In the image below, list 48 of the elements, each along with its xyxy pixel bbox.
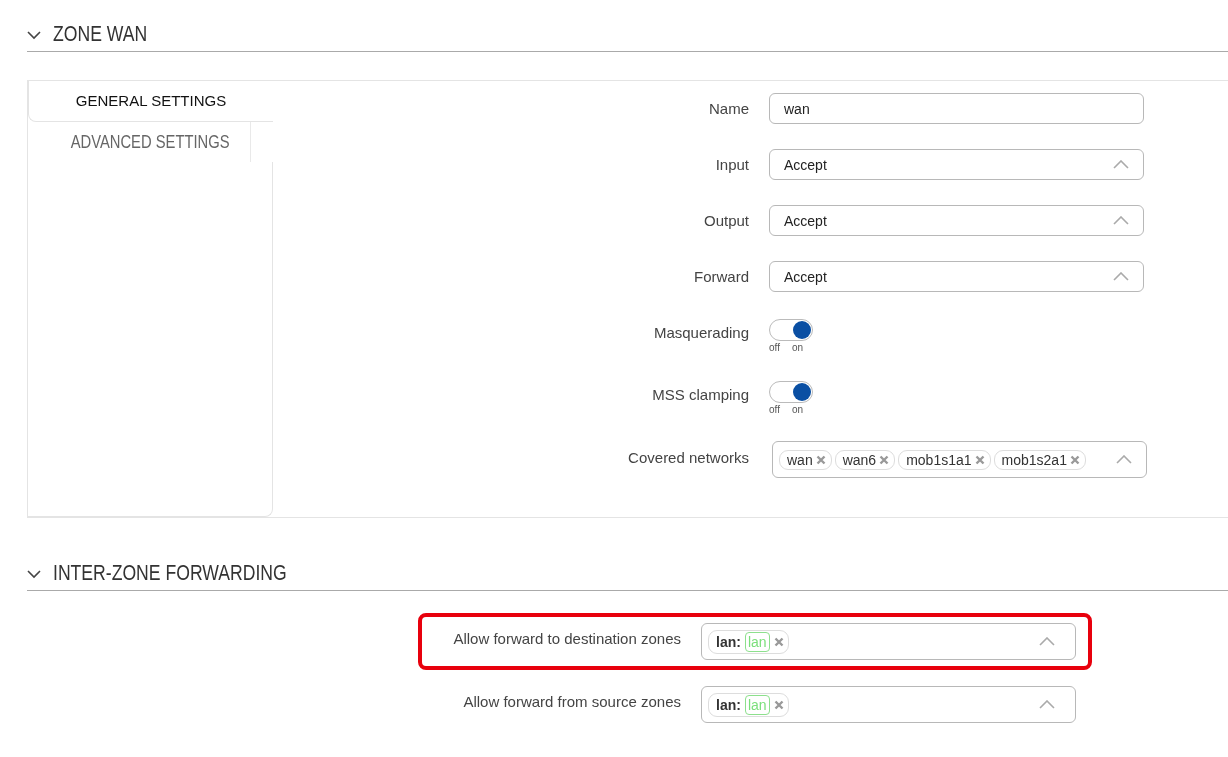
network-tag: mob1s1a1 xyxy=(898,449,991,470)
remove-icon[interactable] xyxy=(773,636,784,647)
zones-field[interactable]: lan: lan xyxy=(701,686,1076,723)
chevron-icon[interactable] xyxy=(27,30,41,40)
caret-icon xyxy=(1113,160,1129,169)
field-label: Output xyxy=(702,211,749,229)
select-field[interactable]: Accept xyxy=(769,205,1144,236)
network-tag: lan xyxy=(744,631,770,652)
select-field[interactable]: Accept xyxy=(769,261,1144,292)
name-field[interactable]: wan xyxy=(769,93,1144,124)
remove-icon[interactable] xyxy=(974,454,985,465)
settings-tab[interactable]: GENERAL SETTINGS xyxy=(28,81,273,122)
network-tag: lan xyxy=(744,694,770,715)
field-label: Name xyxy=(708,99,749,117)
network-tag: mob1s2a1 xyxy=(993,449,1086,470)
field-label: Allow forward from source zones xyxy=(462,693,681,712)
zone-name: lan: xyxy=(716,696,741,713)
field-label: Covered networks xyxy=(627,448,749,466)
section-title: ZONE WAN xyxy=(53,21,148,47)
field-label: Masquerading xyxy=(652,323,749,341)
zones-field[interactable]: lan: lan xyxy=(701,623,1076,660)
on-label: on xyxy=(791,404,804,415)
caret-icon xyxy=(1113,216,1129,225)
remove-icon[interactable] xyxy=(815,454,826,465)
caret-icon xyxy=(1116,455,1132,464)
field-label: Allow forward to destination zones xyxy=(452,630,681,649)
network-tag: wan6 xyxy=(834,449,896,470)
caret-icon xyxy=(1039,700,1055,709)
field-label: MSS clamping xyxy=(651,385,749,403)
off-label: off xyxy=(769,404,780,415)
chevron-icon[interactable] xyxy=(27,569,41,579)
select-field[interactable]: Accept xyxy=(769,149,1144,180)
network-tag: wan xyxy=(779,449,832,470)
toggle-switch[interactable] xyxy=(769,319,813,341)
tags-field[interactable]: wan wan6 mob1s1a1 mob1s2a1 xyxy=(772,441,1147,478)
field-label: Input xyxy=(714,155,749,173)
section-title: INTER-ZONE FORWARDING xyxy=(53,560,287,586)
remove-icon[interactable] xyxy=(1069,454,1080,465)
on-label: on xyxy=(791,342,804,353)
field-label: Forward xyxy=(693,267,749,285)
remove-icon[interactable] xyxy=(879,454,890,465)
remove-icon[interactable] xyxy=(773,699,784,710)
off-label: off xyxy=(769,342,780,353)
caret-icon xyxy=(1113,272,1129,281)
caret-icon xyxy=(1039,637,1055,646)
settings-tab[interactable]: ADVANCED SETTINGS xyxy=(50,122,251,162)
toggle-switch[interactable] xyxy=(769,381,813,403)
zone-name: lan: xyxy=(716,633,741,650)
